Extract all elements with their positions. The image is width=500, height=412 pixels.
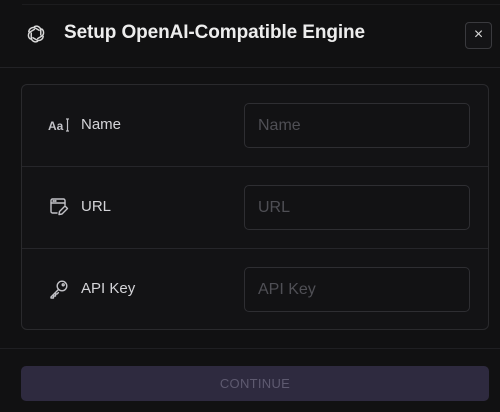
- browser-edit-icon: [50, 198, 69, 216]
- api-key-label: API Key: [81, 280, 136, 297]
- close-button[interactable]: ×: [465, 22, 492, 49]
- form-row-api-key: API Key: [22, 249, 488, 331]
- dialog-header: Setup OpenAI-Compatible Engine ×: [0, 0, 500, 68]
- form-row-url: URL: [22, 167, 488, 249]
- footer-divider: [0, 348, 500, 349]
- setup-engine-dialog: Setup OpenAI-Compatible Engine × Aa Name…: [0, 0, 500, 412]
- form-row-name: Aa Name: [22, 85, 488, 167]
- text-size-icon: Aa: [48, 118, 69, 133]
- api-key-input[interactable]: [244, 267, 470, 312]
- name-label: Name: [81, 116, 122, 133]
- url-label: URL: [81, 198, 112, 215]
- url-input[interactable]: [244, 185, 470, 230]
- openai-icon: [27, 25, 45, 43]
- continue-button[interactable]: CONTINUE: [21, 366, 489, 401]
- key-icon: [50, 280, 68, 299]
- dialog-title: Setup OpenAI-Compatible Engine: [64, 22, 366, 43]
- engine-form: Aa Name URL: [21, 84, 489, 330]
- name-input[interactable]: [244, 103, 470, 148]
- svg-text:Aa: Aa: [48, 119, 64, 133]
